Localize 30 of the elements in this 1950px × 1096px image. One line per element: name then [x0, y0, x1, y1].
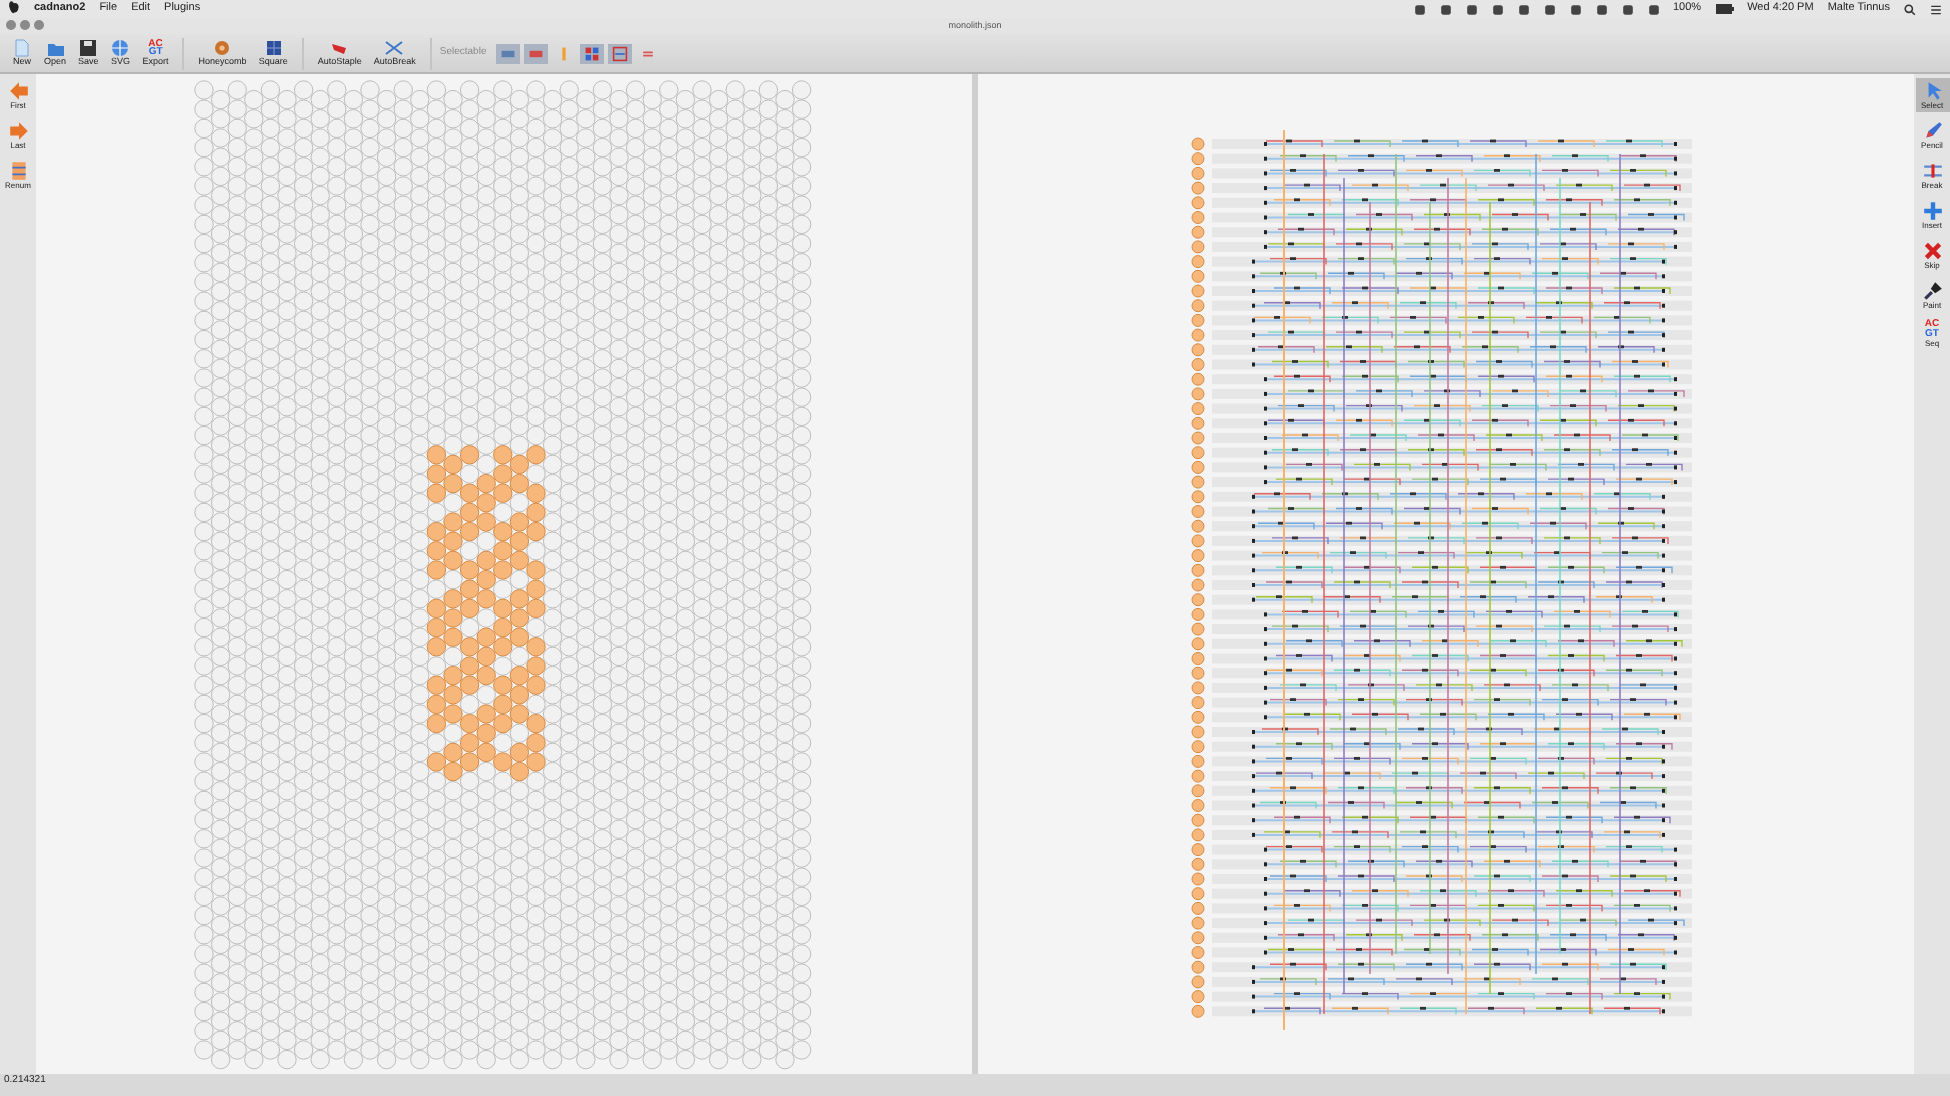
square-icon	[263, 38, 284, 59]
menu-extra-icon[interactable]	[1413, 3, 1425, 15]
battery-icon[interactable]	[1715, 4, 1734, 14]
menu-extra-icon[interactable]	[1543, 3, 1555, 15]
bluetooth-icon[interactable]	[1595, 3, 1607, 15]
insert-icon	[1921, 200, 1943, 222]
menu-extra-icon[interactable]	[1491, 3, 1503, 15]
strand-path-drawing[interactable]	[1191, 129, 1692, 1031]
new-icon	[12, 38, 32, 59]
display-icon[interactable]	[1569, 3, 1581, 15]
break-icon	[1921, 160, 1943, 182]
menu-extra-icon[interactable]	[1517, 3, 1529, 15]
pencil-icon	[1921, 120, 1943, 142]
menu-extra-icon[interactable]	[1465, 3, 1477, 15]
list-icon[interactable]	[1930, 3, 1942, 15]
apple-logo-icon[interactable]	[8, 0, 20, 15]
filter-toggle[interactable]	[524, 43, 549, 63]
wifi-icon[interactable]	[1621, 3, 1633, 15]
filter-toggle[interactable]	[580, 43, 605, 63]
volume-icon[interactable]	[1647, 3, 1659, 15]
menu-extra-icon[interactable]	[1439, 3, 1451, 15]
last-icon	[7, 120, 29, 142]
filter-toggle[interactable]	[608, 43, 633, 63]
search-icon[interactable]	[1904, 3, 1916, 15]
skip-icon	[1921, 240, 1943, 262]
first-icon	[7, 80, 29, 102]
filter-toggle[interactable]	[496, 43, 521, 63]
paint-icon	[1921, 280, 1943, 302]
save-icon	[78, 38, 99, 59]
open-icon	[45, 38, 65, 59]
